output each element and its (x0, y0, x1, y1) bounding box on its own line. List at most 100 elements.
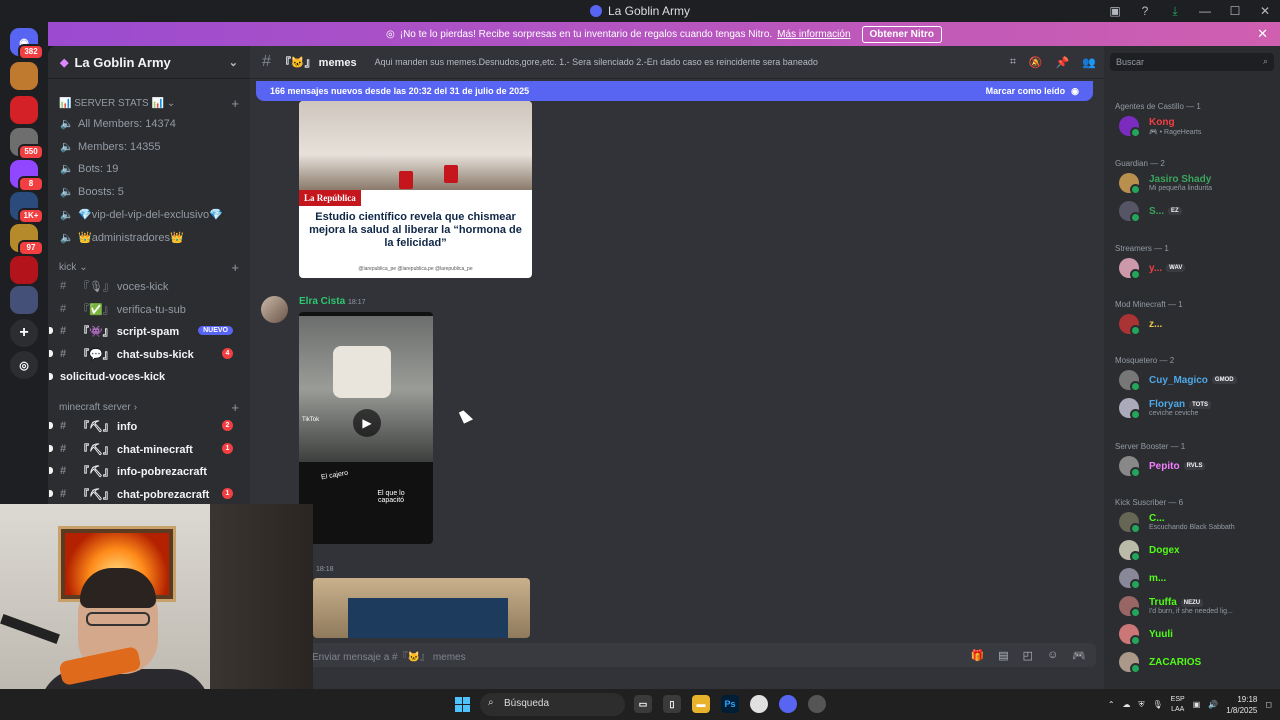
member-item[interactable]: y... WAV (1119, 257, 1186, 280)
app-icon[interactable] (808, 695, 826, 713)
cloud-icon[interactable]: ☁ (1123, 700, 1131, 709)
discover-icon[interactable]: ◎ (10, 351, 38, 379)
voice-channel-stat[interactable]: 🔈 Boosts: 5 (55, 181, 243, 202)
network-icon[interactable]: ▣ (1193, 700, 1201, 709)
member-item[interactable]: ZACARIOS (1119, 651, 1201, 674)
nitro-more-info-link[interactable]: Más información (777, 29, 850, 40)
mark-as-read-button[interactable]: Marcar como leído (986, 86, 1066, 96)
photoshop-icon[interactable]: Ps (721, 695, 739, 713)
channel-chat-minecraft[interactable]: # 『⛏』 chat-minecraft 1 (49, 438, 243, 459)
member-item[interactable]: Dogex (1119, 539, 1180, 562)
home-button[interactable]: ◉ 382 (10, 28, 44, 60)
app-icon[interactable]: ▯ (663, 695, 681, 713)
member-item[interactable]: Pepito RVLS (1119, 455, 1206, 478)
play-icon[interactable]: ▶ (353, 409, 381, 437)
channel-info[interactable]: # 『⛏』 info 2 (49, 415, 243, 436)
guild-header[interactable]: ◆ La Goblin Army ⌄ (48, 46, 250, 79)
chrome-icon[interactable] (750, 695, 768, 713)
member-item[interactable]: Kong 🎮 • RageHearts (1119, 115, 1201, 138)
threads-icon[interactable]: ⌗ (1010, 56, 1016, 69)
server-icon-9[interactable] (10, 286, 38, 314)
new-messages-bar[interactable]: 166 mensajes nuevos desde las 20:32 del … (256, 81, 1093, 101)
taskbar-search[interactable]: ⌕ Búsqueda (480, 693, 625, 716)
file-explorer-icon[interactable]: ▬ (692, 695, 710, 713)
member-item[interactable]: Yuuli (1119, 623, 1173, 646)
image-attachment[interactable]: La República Estudio científico revela q… (299, 101, 532, 278)
member-item[interactable]: C... Escuchando Black Sabbath (1119, 511, 1235, 534)
channel-topic[interactable]: Aqui manden sus memes.Desnudos,gore,etc.… (375, 57, 818, 67)
member-item[interactable]: m... (1119, 567, 1166, 590)
member-item[interactable]: Cuy_Magico GMOD (1119, 369, 1237, 392)
emoji-icon[interactable]: ☺ (1047, 649, 1058, 662)
add-channel-icon[interactable]: + (231, 96, 239, 111)
channel-solicitud-voces-kick[interactable]: solicitud-voces-kick (49, 366, 243, 387)
add-channel-icon[interactable]: + (231, 400, 239, 415)
member-item[interactable]: S... EZ (1119, 200, 1182, 223)
video-attachment[interactable]: TikTok ▶ El cajero El que lo capacitó (299, 312, 433, 544)
shield-icon[interactable]: ⛨ (1139, 700, 1145, 710)
close-window-button[interactable]: ✕ (1250, 4, 1280, 18)
help-icon[interactable]: ? (1130, 4, 1160, 18)
add-server-icon[interactable]: + (10, 319, 38, 347)
server-icon-6[interactable]: 1K+ (10, 192, 44, 224)
composer-toolbar: 🎁 ▤ ◰ ☺ 🎮 (971, 649, 1086, 662)
member-name-row: m... (1149, 573, 1166, 584)
search-input[interactable]: Buscar ⌕ (1110, 53, 1274, 71)
channel-info-pobrezacraft[interactable]: # 『⛏』 info-pobrezacraft (49, 460, 243, 481)
chevron-up-icon[interactable]: ⌃ (1108, 700, 1115, 709)
voice-channel-stat[interactable]: 🔈 👑administradores👑 (55, 227, 243, 248)
close-banner-icon[interactable]: ✕ (1257, 26, 1268, 42)
voice-channel-stat[interactable]: 🔈 Bots: 19 (55, 158, 243, 179)
notifications-muted-icon[interactable]: 🔕 (1029, 56, 1043, 69)
minimize-button[interactable]: — (1190, 4, 1220, 18)
avatar (1119, 370, 1141, 392)
language-indicator[interactable]: ESP LAA (1171, 695, 1185, 715)
server-badge: 8 (18, 176, 44, 192)
start-button[interactable] (455, 697, 470, 712)
voice-channel-stat[interactable]: 🔈 All Members: 14374 (55, 113, 243, 134)
category-kick[interactable]: kick ⌄ + (59, 260, 239, 275)
channel-script-spam[interactable]: # 『👾』 script-spam NUEVO (49, 320, 243, 341)
video-attachment[interactable] (313, 578, 530, 638)
download-icon[interactable]: ⤓ (1160, 4, 1190, 19)
member-item[interactable]: Floryan TOTS ceviche ceviche (1119, 397, 1212, 420)
member-item[interactable]: Truffa NEZU I'd burn, if she needed lig... (1119, 595, 1233, 618)
server-icon-2[interactable] (10, 62, 38, 90)
message-input[interactable]: Enviar mensaje a #『🐱』 memes 🎁 ▤ ◰ ☺ 🎮 (266, 643, 1096, 667)
message-author[interactable]: Elra Cista (299, 296, 345, 307)
task-view-icon[interactable]: ▭ (634, 695, 652, 713)
inbox-icon[interactable]: ▣ (1100, 4, 1130, 18)
add-channel-icon[interactable]: + (231, 260, 239, 275)
server-icon-3[interactable] (10, 96, 38, 124)
volume-icon[interactable]: 🔊 (1208, 700, 1218, 709)
member-name: Floryan (1149, 399, 1186, 410)
mic-icon[interactable]: 🎙 (1153, 700, 1163, 709)
discord-taskbar-icon[interactable] (779, 695, 797, 713)
avatar[interactable] (261, 296, 288, 323)
sticker-icon[interactable]: ◰ (1023, 649, 1033, 662)
clock[interactable]: 19:18 1/8/2025 (1226, 694, 1257, 716)
voice-channel-stat[interactable]: 🔈 Members: 14355 (55, 136, 243, 157)
server-icon-5[interactable]: 8 (10, 160, 44, 192)
server-icon-8[interactable] (10, 256, 38, 284)
category-minecraft-server[interactable]: minecraft server › + (59, 400, 239, 415)
pinned-messages-icon[interactable]: 📌 (1056, 56, 1070, 69)
activities-icon[interactable]: 🎮 (1072, 649, 1086, 662)
category-server-stats[interactable]: 📊 SERVER STATS 📊 ⌄ + (59, 96, 239, 111)
server-icon-7[interactable]: 97 (10, 224, 44, 256)
gif-icon[interactable]: ▤ (998, 649, 1008, 662)
gift-icon[interactable]: 🎁 (971, 649, 985, 662)
get-nitro-button[interactable]: Obtener Nitro (861, 25, 942, 43)
member-list-icon[interactable]: 👥 (1082, 56, 1096, 69)
channel-chat-pobrezacraft[interactable]: # 『⛏』 chat-pobrezacraft 1 (49, 483, 243, 504)
member-item[interactable]: z... (1119, 313, 1162, 336)
channel-verifica-tu-sub[interactable]: # 『✅』 verifica-tu-sub (55, 298, 243, 319)
notifications-icon[interactable]: ◻ (1265, 700, 1272, 709)
avatar (1119, 398, 1141, 420)
server-icon-4[interactable]: 550 (10, 128, 44, 160)
channel-voces-kick[interactable]: # 『🎙』 voces-kick (55, 275, 243, 296)
voice-channel-stat[interactable]: 🔈 💎vip-del-vip-del-exclusivo💎 (55, 204, 243, 225)
maximize-button[interactable]: ☐ (1220, 4, 1250, 18)
channel-chat-subs-kick[interactable]: # 『💬』 chat-subs-kick 4 (49, 343, 243, 364)
member-item[interactable]: Jasiro Shady Mi pequeña lindurita (1119, 172, 1212, 195)
